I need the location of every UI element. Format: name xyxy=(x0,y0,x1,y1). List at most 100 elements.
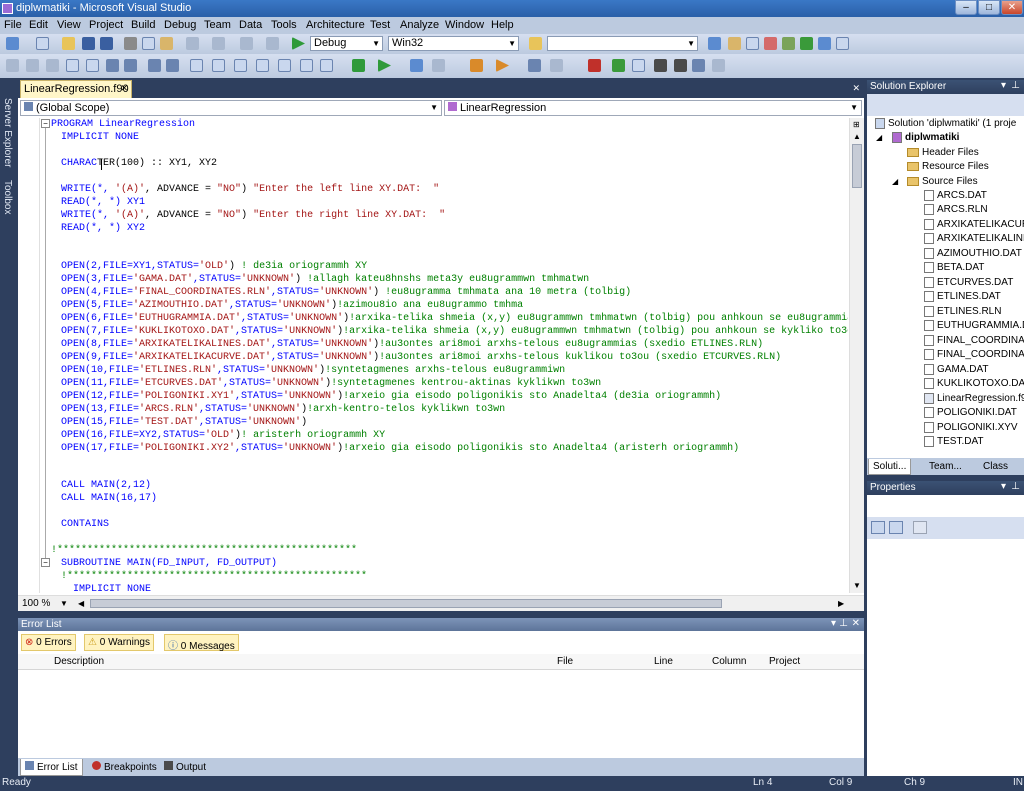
vertical-scrollbar[interactable]: ⊞ ▲ ▼ xyxy=(849,118,864,593)
file-node[interactable]: LinearRegression.f9 xyxy=(924,393,1024,404)
object-browser-icon[interactable] xyxy=(746,37,759,50)
dropdown-icon[interactable]: ▾ xyxy=(831,618,836,629)
save-icon[interactable] xyxy=(82,37,95,50)
tab-error-list[interactable]: Error List xyxy=(20,759,83,776)
solution-platform-dropdown[interactable]: Win32 ▼ xyxy=(388,36,519,51)
column-column[interactable]: Column xyxy=(712,656,746,667)
open-file-icon[interactable] xyxy=(62,37,75,50)
clear-bookmarks-icon[interactable] xyxy=(300,59,313,72)
tab-class-view[interactable]: Class xyxy=(979,459,1012,474)
properties-window-icon[interactable] xyxy=(728,37,741,50)
breakpoint-icon[interactable] xyxy=(470,59,483,72)
navigate-back-icon[interactable] xyxy=(240,37,253,50)
registers-icon[interactable] xyxy=(712,59,725,72)
file-node[interactable]: ETCURVES.DAT xyxy=(924,277,1013,288)
threads-icon[interactable] xyxy=(674,59,687,72)
dropdown-icon[interactable]: ▾ xyxy=(1001,481,1006,492)
collapse-icon[interactable]: − xyxy=(41,558,50,567)
locals-icon[interactable] xyxy=(632,59,645,72)
file-node[interactable]: ARXIKATELIKALINE xyxy=(924,233,1024,244)
file-node[interactable]: TEST.DAT xyxy=(924,436,983,447)
bookmark-window-icon[interactable] xyxy=(320,59,333,72)
new-project-icon[interactable] xyxy=(6,37,19,50)
scroll-down-icon[interactable]: ▼ xyxy=(853,581,861,590)
pin-icon[interactable]: ⊥ xyxy=(839,618,848,629)
solution-explorer-icon[interactable] xyxy=(708,37,721,50)
close-document-icon[interactable]: ✕ xyxy=(852,83,860,94)
scroll-up-icon[interactable]: ▲ xyxy=(853,132,861,141)
menu-view[interactable]: View xyxy=(54,18,84,32)
menu-project[interactable]: Project xyxy=(86,18,126,32)
menu-help[interactable]: Help xyxy=(488,18,517,32)
find-combo[interactable]: ▼ xyxy=(547,36,698,51)
menu-analyze[interactable]: Analyze xyxy=(397,18,442,32)
call-stack-icon[interactable] xyxy=(654,59,667,72)
file-node[interactable]: BETA.DAT xyxy=(924,262,984,273)
file-node[interactable]: EUTHUGRAMMIA.D xyxy=(924,320,1024,331)
undo-icon[interactable] xyxy=(186,37,199,50)
menu-file[interactable]: File xyxy=(1,18,25,32)
minimize-button[interactable]: – xyxy=(955,0,977,15)
scroll-right-icon[interactable]: ▶ xyxy=(838,599,844,608)
command-window-icon[interactable] xyxy=(818,37,831,50)
categorized-icon[interactable] xyxy=(871,521,885,534)
zoom-dropdown-icon[interactable]: ▼ xyxy=(60,599,68,608)
close-icon[interactable]: ✕ xyxy=(852,618,860,629)
debug-options-icon[interactable] xyxy=(432,59,445,72)
maximize-button[interactable]: □ xyxy=(978,0,1000,15)
menu-tools[interactable]: Tools xyxy=(268,18,300,32)
zoom-level[interactable]: 100 % xyxy=(22,598,50,609)
column-file[interactable]: File xyxy=(557,656,573,667)
extension-manager-icon[interactable] xyxy=(800,37,813,50)
start-page-icon[interactable] xyxy=(782,37,795,50)
tab-breakpoints[interactable]: Breakpoints xyxy=(88,759,161,775)
file-node[interactable]: ETLINES.DAT xyxy=(924,291,1001,302)
file-node[interactable]: KUKLIKOTOXO.DAT xyxy=(924,378,1024,389)
file-node[interactable]: FINAL_COORDINAT xyxy=(924,349,1024,360)
property-icon[interactable] xyxy=(46,59,59,72)
menu-debug[interactable]: Debug xyxy=(161,18,199,32)
copy-icon[interactable] xyxy=(142,37,155,50)
menu-architecture[interactable]: Architecture xyxy=(303,18,368,32)
method-icon[interactable] xyxy=(26,59,39,72)
solution-configuration-dropdown[interactable]: Debug ▼ xyxy=(310,36,383,51)
start-debugging-icon[interactable] xyxy=(292,37,305,50)
pin-icon[interactable]: ⊥ xyxy=(1011,481,1020,492)
file-node[interactable]: AZIMOUTHIO.DAT xyxy=(924,248,1022,259)
menu-window[interactable]: Window xyxy=(442,18,487,32)
next-bookmark-icon[interactable] xyxy=(234,59,247,72)
folder-node[interactable]: Header Files xyxy=(907,147,979,158)
parameter-info-icon[interactable] xyxy=(86,59,99,72)
tab-output[interactable]: Output xyxy=(160,759,210,775)
file-node[interactable]: GAMA.DAT xyxy=(924,364,988,375)
run-icon[interactable] xyxy=(378,59,391,72)
toolbox-tab[interactable]: Toolbox xyxy=(2,180,13,214)
project-node[interactable]: diplwmatiki xyxy=(892,132,959,143)
menu-data[interactable]: Data xyxy=(236,18,265,32)
outdent-icon[interactable] xyxy=(106,59,119,72)
column-project[interactable]: Project xyxy=(769,656,800,667)
navigate-forward-icon[interactable] xyxy=(266,37,279,50)
paste-icon[interactable] xyxy=(160,37,173,50)
memory-icon[interactable] xyxy=(692,59,705,72)
build-icon[interactable] xyxy=(352,59,365,72)
folder-node[interactable]: Source Files xyxy=(907,176,978,187)
file-node[interactable]: ARXIKATELIKACURV xyxy=(924,219,1024,230)
file-node[interactable]: ETLINES.RLN xyxy=(924,306,1001,317)
horizontal-scrollbar-thumb[interactable] xyxy=(90,599,722,608)
warnings-filter-button[interactable]: ⚠ 0 Warnings xyxy=(84,634,154,651)
solution-node[interactable]: Solution 'diplwmatiki' (1 proje xyxy=(875,118,1016,129)
step-over-icon[interactable] xyxy=(410,59,423,72)
code-editor[interactable]: (Global Scope) ▼ LinearRegression ▼ − PROG… xyxy=(18,98,864,611)
menu-build[interactable]: Build xyxy=(128,18,158,32)
collapse-icon[interactable]: − xyxy=(41,119,50,128)
pin-icon[interactable]: ⊥ xyxy=(1011,80,1020,91)
property-pages-icon[interactable] xyxy=(913,521,927,534)
menu-team[interactable]: Team xyxy=(201,18,234,32)
tab-solution-explorer[interactable]: Soluti... xyxy=(868,459,912,475)
errors-filter-button[interactable]: ⊗ 0 Errors xyxy=(21,634,76,651)
code-area[interactable]: − PROGRAM LinearRegression IMPLICIT NONE… xyxy=(18,118,848,593)
indent-icon[interactable] xyxy=(124,59,137,72)
continue-icon[interactable] xyxy=(496,59,509,72)
previous-bookmark-folder-icon[interactable] xyxy=(256,59,269,72)
